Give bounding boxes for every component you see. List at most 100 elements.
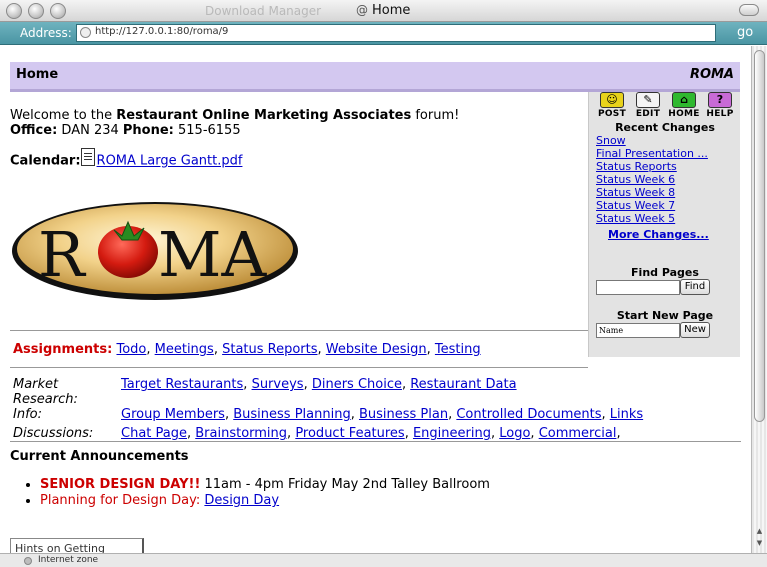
- link-surveys[interactable]: Surveys: [252, 377, 304, 392]
- assignments-row: Assignments: Todo, Meetings, Status Repo…: [13, 342, 481, 357]
- new-page-name-input[interactable]: Name: [596, 323, 680, 338]
- recent-link-status-week-6[interactable]: Status Week 6: [596, 173, 708, 186]
- hints-tab[interactable]: Hints on Getting Started: [10, 538, 144, 553]
- hints-tab-label: Hints on Getting Started: [15, 542, 105, 553]
- address-input[interactable]: http://127.0.0.1:80/roma/9: [76, 24, 716, 42]
- link-commercial[interactable]: Commercial: [539, 426, 617, 441]
- calendar-label: Calendar:: [10, 153, 81, 169]
- recent-link-status-week-7[interactable]: Status Week 7: [596, 199, 708, 212]
- link-logo[interactable]: Logo: [499, 426, 530, 441]
- status-text: Internet zone: [38, 555, 99, 565]
- link-business-planning[interactable]: Business Planning: [233, 407, 350, 422]
- link-target-restaurants[interactable]: Target Restaurants: [121, 377, 243, 392]
- link-groups-table: Market Research: Target Restaurants, Sur…: [13, 377, 643, 445]
- divider: [10, 330, 588, 331]
- home-label: HOME: [668, 109, 700, 119]
- scrollbar-thumb[interactable]: [754, 50, 765, 422]
- zoom-window-button[interactable]: [50, 3, 66, 19]
- page-viewport: Home ROMA Welcome to the Restaurant Onli…: [0, 46, 751, 553]
- find-pages-input[interactable]: [596, 280, 680, 295]
- new-button[interactable]: New: [680, 322, 710, 338]
- address-bar: Address: http://127.0.0.1:80/roma/9 go: [0, 22, 767, 45]
- start-new-page-title: Start New Page: [616, 309, 714, 322]
- edit-label: EDIT: [635, 109, 661, 119]
- site-name: ROMA: [689, 67, 734, 82]
- assignment-link-meetings[interactable]: Meetings: [155, 342, 214, 357]
- link-group-links: Chat Page, Brainstorming, Product Featur…: [121, 426, 621, 441]
- scroll-arrows[interactable]: ▲ ▼: [753, 525, 766, 551]
- post-icon: ☺: [600, 92, 624, 108]
- close-window-button[interactable]: [6, 3, 22, 19]
- list-item: SENIOR DESIGN DAY!! 11am - 4pm Friday Ma…: [40, 477, 490, 493]
- link-group-members[interactable]: Group Members: [121, 407, 225, 422]
- assignment-link-website-design[interactable]: Website Design: [326, 342, 427, 357]
- edit-button[interactable]: ✎ EDIT: [631, 92, 665, 119]
- assignment-link-todo[interactable]: Todo: [116, 342, 146, 357]
- post-label: POST: [597, 109, 627, 119]
- edit-icon: ✎: [636, 92, 660, 108]
- link-business-plan[interactable]: Business Plan: [359, 407, 448, 422]
- divider: [10, 367, 588, 368]
- link-restaurant-data[interactable]: Restaurant Data: [410, 377, 516, 392]
- link-group-market-research: Market Research: Target Restaurants, Sur…: [13, 377, 643, 407]
- recent-changes-title: Recent Changes: [615, 121, 715, 134]
- sidebar: ☺ POST ✎ EDIT ⌂ HOME ? HELP Recent Chang…: [588, 92, 740, 357]
- phone-label: Phone:: [122, 123, 174, 138]
- link-brainstorming[interactable]: Brainstorming: [195, 426, 287, 441]
- assignment-link-status-reports[interactable]: Status Reports: [222, 342, 317, 357]
- find-button[interactable]: Find: [680, 279, 710, 295]
- assignment-link-testing[interactable]: Testing: [435, 342, 481, 357]
- page-title: Home: [16, 67, 59, 82]
- link-group-links: Target Restaurants, Surveys, Diners Choi…: [121, 377, 517, 392]
- link-group-label: Discussions:: [13, 426, 94, 441]
- recent-link-status-week-8[interactable]: Status Week 8: [596, 186, 708, 199]
- office-value: DAN 234: [57, 123, 123, 138]
- calendar-row: Calendar: ROMA Large Gantt.pdf: [10, 148, 243, 170]
- document-icon[interactable]: [80, 148, 95, 166]
- recent-link-snow[interactable]: Snow: [596, 134, 708, 147]
- window-title: @ Home: [356, 3, 410, 18]
- recent-link-status-reports[interactable]: Status Reports: [596, 160, 708, 173]
- link-product-features[interactable]: Product Features: [295, 426, 404, 441]
- announcements-title: Current Announcements: [10, 449, 189, 464]
- welcome-text: Welcome to the Restaurant Online Marketi…: [10, 108, 580, 138]
- calendar-link[interactable]: ROMA Large Gantt.pdf: [97, 154, 243, 169]
- window-titlebar: Download Manager @ Home: [0, 0, 767, 22]
- recent-link-final-presentation[interactable]: Final Presentation ...: [596, 147, 708, 160]
- design-day-link[interactable]: Design Day: [204, 493, 279, 508]
- phone-value: 515-6155: [173, 123, 241, 138]
- link-links[interactable]: Links: [610, 407, 643, 422]
- help-button[interactable]: ? HELP: [703, 92, 737, 119]
- announcement-text: 11am - 4pm Friday May 2nd Talley Ballroo…: [200, 477, 490, 492]
- link-engineering[interactable]: Engineering: [413, 426, 491, 441]
- org-name: Restaurant Online Marketing Associates: [116, 108, 412, 123]
- roma-logo: R MA: [12, 202, 298, 300]
- minimize-window-button[interactable]: [28, 3, 44, 19]
- toolbar-toggle-button[interactable]: [739, 4, 759, 16]
- recent-link-status-week-5[interactable]: Status Week 5: [596, 212, 708, 225]
- more-changes-link[interactable]: More Changes...: [608, 228, 709, 241]
- divider: [10, 441, 741, 442]
- go-button[interactable]: go: [737, 25, 753, 40]
- help-label: HELP: [706, 109, 734, 119]
- link-diners-choice[interactable]: Diners Choice: [312, 377, 402, 392]
- link-chat-page[interactable]: Chat Page: [121, 426, 187, 441]
- page-header: Home ROMA: [10, 62, 740, 92]
- home-button[interactable]: ⌂ HOME: [667, 92, 701, 119]
- zone-icon: [24, 557, 32, 565]
- window-title-text: Home: [372, 3, 411, 18]
- link-controlled-documents[interactable]: Controlled Documents: [456, 407, 601, 422]
- background-window-title: Download Manager: [205, 4, 322, 18]
- help-icon: ?: [708, 92, 732, 108]
- post-button[interactable]: ☺ POST: [595, 92, 629, 119]
- welcome-suffix: forum!: [411, 108, 460, 123]
- home-icon: ⌂: [672, 92, 696, 108]
- link-group-discussions: Discussions: Chat Page, Brainstorming, P…: [13, 426, 643, 445]
- link-group-label: Info:: [13, 407, 42, 422]
- announcement-highlight: SENIOR DESIGN DAY!!: [40, 477, 201, 492]
- vertical-scrollbar[interactable]: ▲ ▼: [751, 46, 767, 553]
- office-label: Office:: [10, 123, 58, 138]
- assignments-label: Assignments:: [13, 342, 113, 357]
- link-group-label: Market Research:: [13, 377, 78, 407]
- status-bar: Internet zone: [0, 553, 767, 567]
